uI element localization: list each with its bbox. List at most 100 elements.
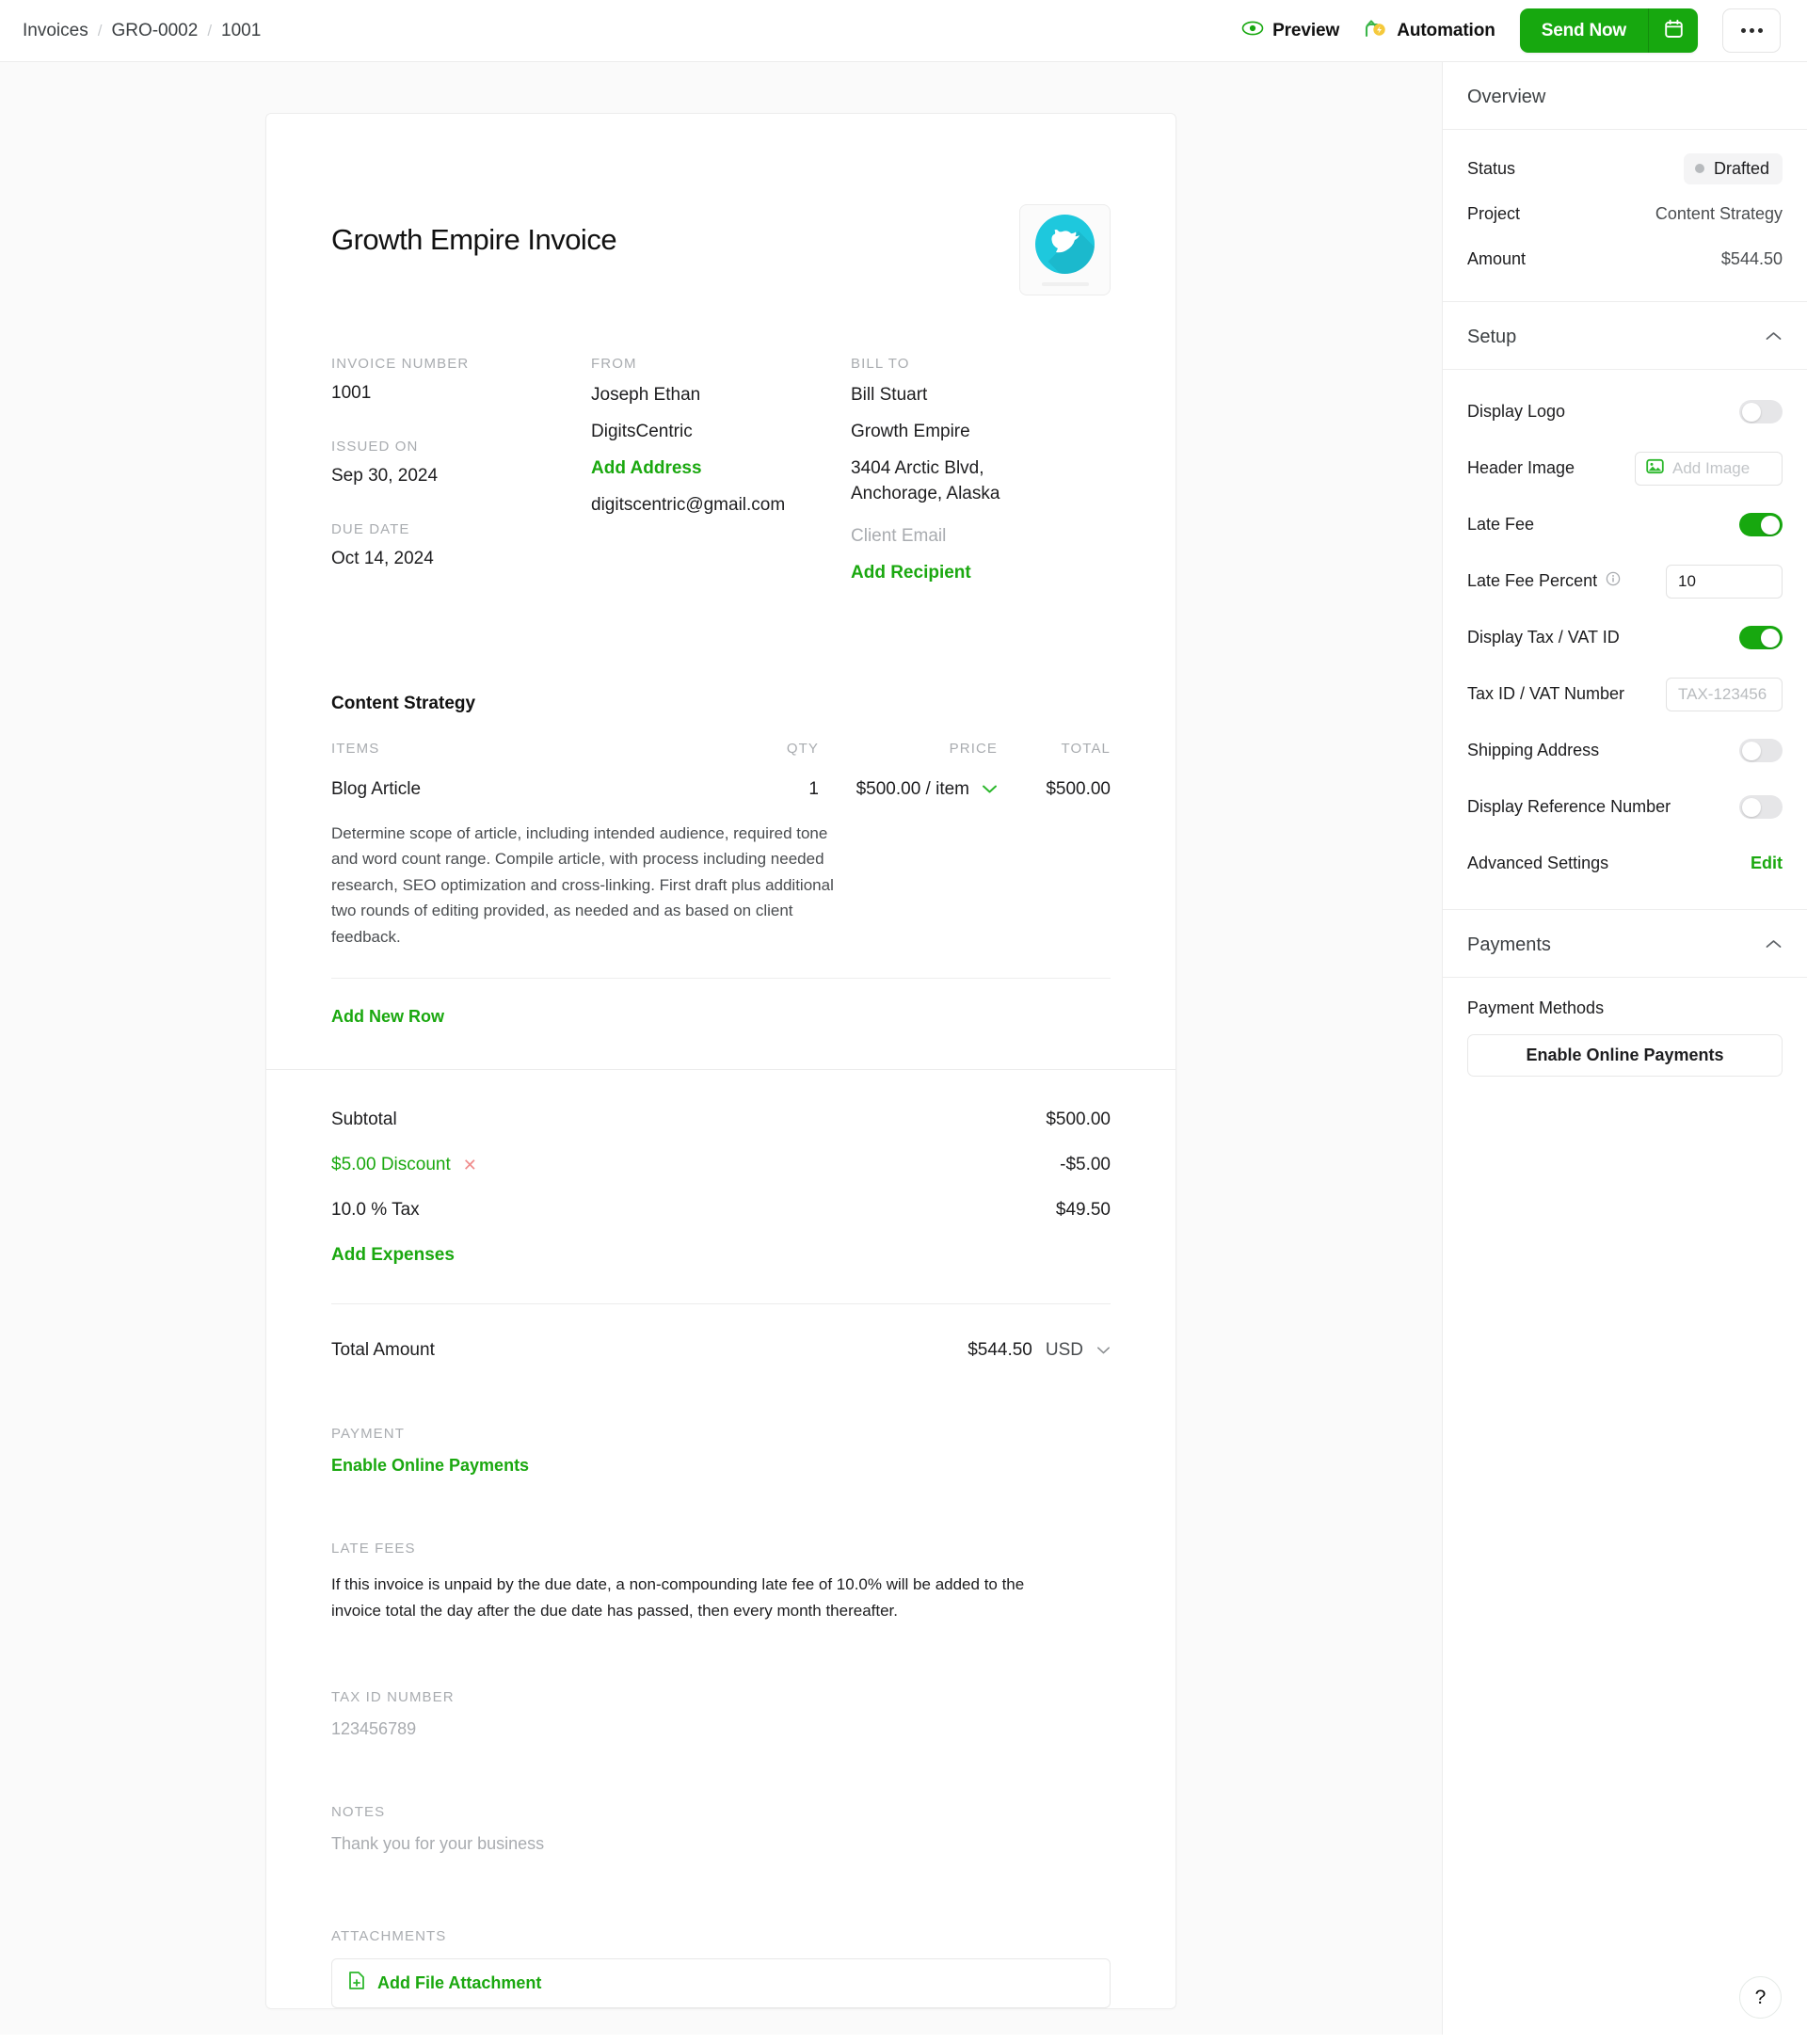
late-fee-percent-row: Late Fee Percent [1467,560,1783,602]
remove-discount-icon[interactable]: ✕ [463,1156,477,1175]
invoice-canvas: Growth Empire Invoice INVOICE NUMBER 100… [0,62,1443,2035]
enable-online-payments-button[interactable]: Enable Online Payments [1467,1034,1783,1077]
issued-on-value[interactable]: Sep 30, 2024 [331,466,591,487]
toggle-knob [1742,797,1761,817]
late-fee-percent-label-wrap: Late Fee Percent [1467,571,1621,591]
bill-to-name[interactable]: Bill Stuart [851,383,1111,408]
chevron-down-icon[interactable] [1096,1340,1111,1361]
invoice-meta: INVOICE NUMBER 1001 ISSUED ON Sep 30, 20… [331,356,1111,586]
line-item-name[interactable]: Blog Article [331,779,678,800]
total-amount-label: Total Amount [331,1340,435,1361]
info-icon[interactable] [1606,571,1621,591]
due-date-value[interactable]: Oct 14, 2024 [331,549,591,569]
header-image-label: Header Image [1467,458,1575,477]
invoice-title[interactable]: Growth Empire Invoice [331,204,617,257]
enable-online-payments-link[interactable]: Enable Online Payments [331,1456,1111,1476]
breadcrumb-item-invoices[interactable]: Invoices [23,21,88,41]
header-image-placeholder: Add Image [1672,458,1751,477]
line-item-price[interactable]: $500.00 / item [856,779,969,800]
due-date-label: DUE DATE [331,521,410,537]
project-label: Project [1467,203,1521,223]
issued-on-label: ISSUED ON [331,439,419,455]
send-now-button[interactable]: Send Now [1520,8,1648,53]
toggle-knob [1742,741,1761,760]
notes-placeholder[interactable]: Thank you for your business [331,1834,1111,1854]
chevron-down-icon[interactable] [982,779,998,800]
logo-thumbnail[interactable] [1019,204,1111,295]
client-email-placeholder[interactable]: Client Email [851,524,1111,550]
late-fee-toggle[interactable] [1739,513,1783,536]
display-tax-vat-toggle[interactable] [1739,626,1783,649]
from-label: FROM [591,356,637,372]
project-row: Project Content Strategy [1467,196,1783,232]
automation-icon [1364,18,1388,44]
line-item-price-cell: $500.00 / item [819,779,998,800]
from-company[interactable]: DigitsCentric [591,420,851,445]
preview-button[interactable]: Preview [1241,21,1339,41]
tax-id-section: TAX ID NUMBER 123456789 [331,1689,1111,1739]
automation-button[interactable]: Automation [1364,18,1495,44]
tax-id-vat-input[interactable] [1666,677,1783,711]
due-date-field: DUE DATE Oct 14, 2024 [331,521,591,569]
ellipsis-icon [1740,28,1746,33]
eye-icon [1241,21,1264,41]
status-label: Status [1467,158,1516,178]
add-new-row-button[interactable]: Add New Row [331,1007,444,1027]
add-expenses-button[interactable]: Add Expenses [331,1245,455,1266]
payments-section-header[interactable]: Payments [1443,909,1807,977]
payment-section: PAYMENT Enable Online Payments [331,1426,1111,1476]
add-recipient-link[interactable]: Add Recipient [851,561,1111,586]
header-image-field[interactable]: Add Image [1635,451,1783,486]
total-amount-value: $544.50 [967,1340,1032,1361]
display-logo-toggle[interactable] [1739,400,1783,423]
setup-section-header[interactable]: Setup [1443,301,1807,369]
col-qty-label: QTY [786,740,819,757]
shipping-address-toggle[interactable] [1739,739,1783,762]
schedule-send-button[interactable] [1649,8,1698,53]
late-fee-label: Late Fee [1467,515,1535,534]
display-logo-label: Display Logo [1467,402,1566,421]
more-options-button[interactable] [1722,8,1781,53]
currency-value[interactable]: USD [1046,1340,1083,1361]
discount-label[interactable]: $5.00 Discount [331,1155,451,1175]
project-name: Content Strategy [331,693,476,713]
from-name[interactable]: Joseph Ethan [591,383,851,408]
late-fee-percent-input[interactable] [1666,564,1783,599]
col-items-label: ITEMS [331,740,380,757]
section-divider [266,1069,1175,1071]
meta-col-invoice: INVOICE NUMBER 1001 ISSUED ON Sep 30, 20… [331,356,591,586]
invoice-number-value[interactable]: 1001 [331,383,591,404]
add-address-link[interactable]: Add Address [591,456,851,482]
breadcrumb-item-current: 1001 [221,20,262,40]
line-item-description[interactable]: Determine scope of article, including in… [331,821,844,950]
automation-label: Automation [1397,20,1495,40]
status-badge[interactable]: Drafted [1683,152,1783,184]
tax-id-value[interactable]: 123456789 [331,1719,1111,1739]
add-file-attachment-button[interactable]: Add File Attachment [331,1957,1111,2008]
bill-to-address[interactable]: 3404 Arctic Blvd, Anchorage, Alaska [851,456,1044,507]
header-image-row: Header Image Add Image [1467,447,1783,489]
late-fees-section-label: LATE FEES [331,1541,416,1557]
advanced-settings-edit-button[interactable]: Edit [1751,854,1783,873]
bill-to-company[interactable]: Growth Empire [851,420,1111,445]
toggle-knob [1761,628,1780,647]
shipping-address-row: Shipping Address [1467,729,1783,772]
payment-section-label: PAYMENT [331,1426,405,1443]
tax-label[interactable]: 10.0 % Tax [331,1200,420,1221]
display-reference-toggle[interactable] [1739,795,1783,819]
from-email[interactable]: digitscentric@gmail.com [591,493,851,519]
line-items-divider [331,978,1111,980]
breadcrumb-item-project[interactable]: GRO-0002 [111,21,198,41]
meta-col-from: FROM Joseph Ethan DigitsCentric Add Addr… [591,356,851,586]
breadcrumb-separator: / [97,21,103,40]
help-button[interactable]: ? [1739,1976,1782,2019]
col-total-label: TOTAL [1061,740,1111,757]
shipping-address-label: Shipping Address [1467,741,1600,759]
line-item-qty[interactable]: 1 [678,779,819,800]
settings-panel: Overview Status Drafted Project Content … [1443,62,1807,2035]
toggle-knob [1742,402,1761,422]
project-value[interactable]: Content Strategy [1655,204,1783,224]
status-value: Drafted [1713,158,1769,178]
invoice-editor-app: Invoices / GRO-0002 / 1001 Preview Autom… [0,0,1807,2044]
bottom-strip [0,2035,1807,2044]
